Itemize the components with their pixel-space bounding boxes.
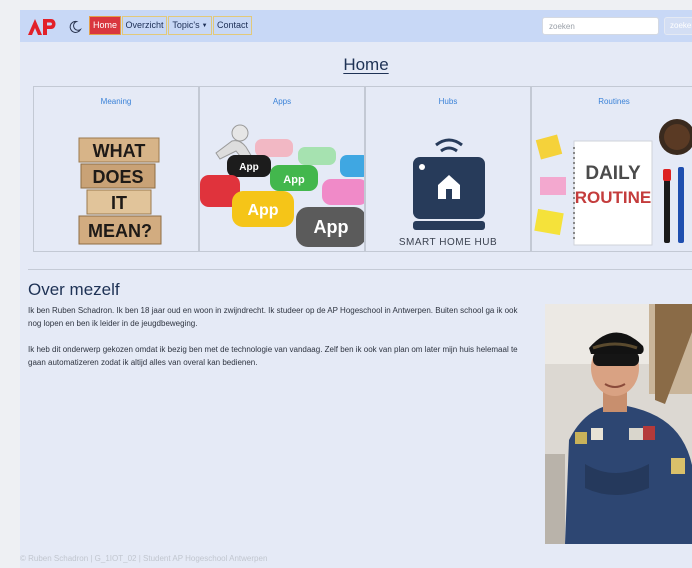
app-label-grey: App [314,217,349,237]
nav-home[interactable]: Home [89,16,121,35]
nav-contact[interactable]: Contact [213,16,252,35]
routines-image: DAILY ROUTINE [534,119,692,246]
meaning-line-4: MEAN? [88,221,152,241]
meaning-line-1: WHAT [93,141,146,161]
card-title-meaning: Meaning [100,97,132,106]
navbar: Home Overzicht Topic's ▼ Contact zoeken [20,10,692,42]
nav-overzicht[interactable]: Overzicht [122,16,167,35]
app-label-black: App [239,162,258,173]
card-hubs[interactable]: Hubs SMART HOME HUB [365,86,531,252]
profile-photo [545,304,692,544]
nav-contact-label: Contact [216,20,249,30]
hub-caption: SMART HOME HUB [398,237,498,248]
page: Home Overzicht Topic's▼ Contact zoeken H… [20,10,692,568]
ap-logo-icon[interactable] [28,17,58,37]
footer: © Ruben Schadron | G_1IOT_02 | Student A… [20,554,268,563]
card-meaning[interactable]: Meaning WHAT DOES IT MEAN? [33,86,199,252]
divider [28,269,692,270]
meaning-line-3: IT [111,193,127,213]
meaning-image: WHAT DOES IT MEAN? [78,137,162,245]
meaning-line-2: DOES [92,167,143,187]
about-paragraph-1: Ik ben Ruben Schadron. Ik ben 18 jaar ou… [28,306,518,328]
smart-home-hub-icon [413,138,485,230]
app-label-large: App [247,202,278,219]
nav-topics-label: Topic's [172,20,200,30]
about-title: Over mezelf [28,280,120,299]
about-paragraph-2: Ik heb dit onderwerp gekozen omdat ik be… [28,345,518,367]
nav-home-label: Home [92,20,117,30]
moon-icon[interactable] [68,20,82,34]
apps-image: App App App App [200,124,364,247]
routine-line-1: DAILY [585,163,641,184]
card-apps[interactable]: Apps App App App App [199,86,365,252]
nav-overzicht-label: Overzicht [125,20,164,30]
card-routines[interactable]: Routines DAILY ROUTINE [531,86,692,252]
app-label-green: App [283,174,305,186]
search-input[interactable] [542,17,659,35]
caret-down-icon: ▼ [201,23,208,29]
search-button[interactable]: zoeken [664,17,692,35]
card-title-routines: Routines [598,97,630,106]
routine-line-2: ROUTINE [575,188,652,207]
card-title-apps: Apps [272,97,292,106]
nav-topics-dropdown[interactable]: Topic's ▼ [168,16,212,35]
page-title: Home [343,55,389,74]
card-title-hubs: Hubs [438,97,458,106]
